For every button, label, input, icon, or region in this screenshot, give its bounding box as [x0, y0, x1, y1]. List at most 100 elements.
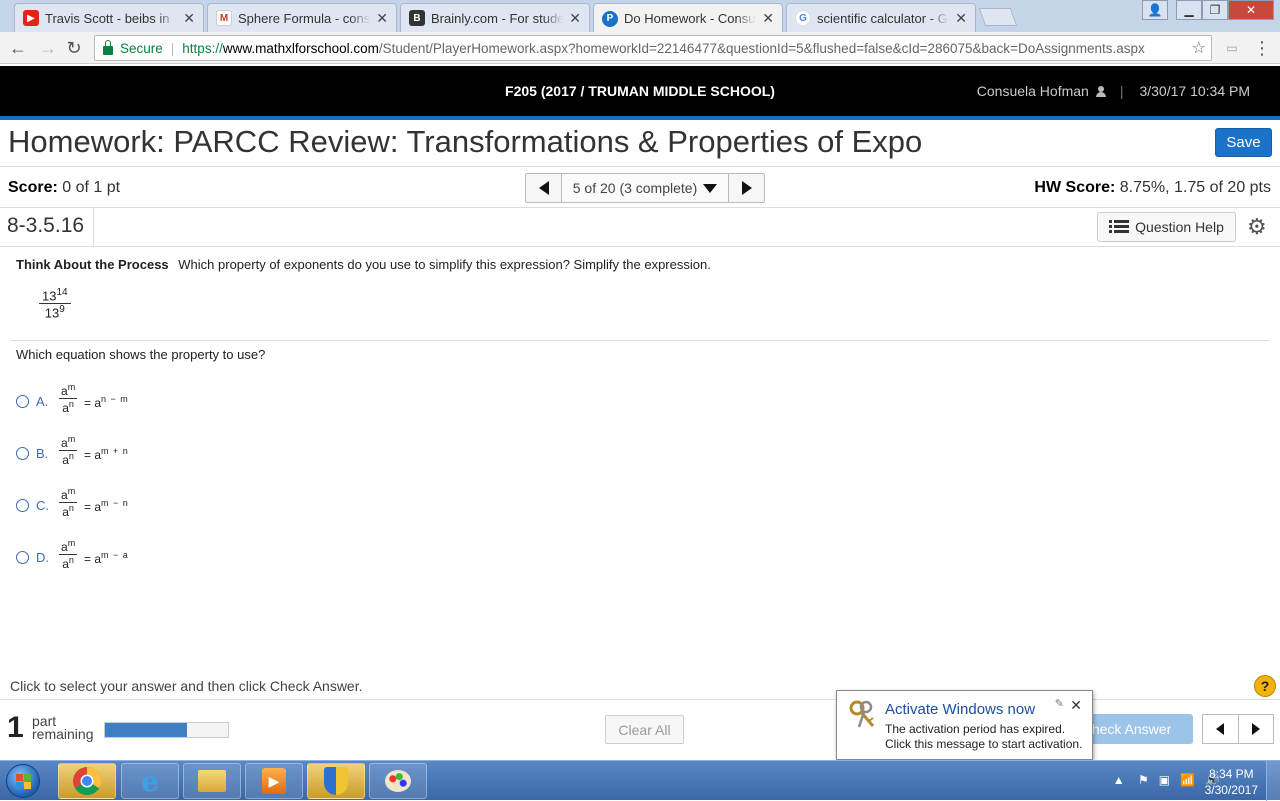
divider	[0, 166, 1280, 167]
wifi-signal-icon[interactable]: 📶	[1180, 773, 1195, 787]
user-name[interactable]: Consuela Hofman	[977, 83, 1089, 99]
close-icon[interactable]: ✕	[183, 10, 195, 27]
show-desktop-button[interactable]	[1266, 761, 1280, 801]
next-question-button[interactable]	[729, 174, 764, 202]
browser-tab-3[interactable]: P Do Homework - Consuel ✕	[593, 3, 783, 33]
activate-windows-notification[interactable]: Activate Windows now The activation peri…	[836, 690, 1093, 760]
browser-toolbar: ← → ↻ Secure | https://www.mathxlforscho…	[0, 32, 1280, 64]
paint-taskbar-button[interactable]	[369, 763, 427, 799]
menu-icon[interactable]: ⋮	[1252, 38, 1272, 59]
window-close-button[interactable]: ✕	[1228, 0, 1274, 20]
media-player-icon: ▶	[262, 768, 286, 794]
internet-explorer-taskbar-button[interactable]: e	[121, 763, 179, 799]
list-icon	[1109, 220, 1130, 234]
chrome-taskbar-button[interactable]	[58, 763, 116, 799]
choice-rhs: = am + n	[84, 446, 129, 462]
next-button[interactable]	[1237, 715, 1274, 743]
close-icon[interactable]: ✕	[762, 10, 774, 27]
help-icon[interactable]: ?	[1254, 675, 1276, 697]
maximize-button[interactable]: ❐	[1202, 0, 1228, 20]
question-position: 5 of 20 (3 complete)	[572, 180, 698, 196]
windows-taskbar: e ▶ ▲ ⚑ ▣ 📶 🔊 8:34 PM 3/30/2017	[0, 760, 1280, 801]
choice-rhs: = am − n	[84, 498, 129, 514]
choice-b[interactable]: B. am an = am + n	[16, 434, 216, 474]
activation-title: Activate Windows now	[885, 701, 1036, 718]
radio-button[interactable]	[16, 499, 29, 512]
site-header: F205 (2017 / TRUMAN MIDDLE SCHOOL) Consu…	[0, 66, 1280, 116]
expression-denominator: 139	[44, 304, 65, 321]
brainly-icon: B	[409, 10, 425, 26]
divider: |	[170, 40, 175, 56]
choice-fraction: am an	[59, 538, 78, 571]
back-icon[interactable]: ←	[8, 38, 28, 59]
divider	[0, 207, 1280, 208]
radio-button[interactable]	[16, 551, 29, 564]
divider	[0, 246, 1280, 247]
gmail-icon: M	[216, 10, 232, 26]
browser-tab-strip: ▶ Travis Scott - beibs in ✕ M Sphere For…	[0, 0, 1280, 33]
radio-button[interactable]	[16, 395, 29, 408]
start-button[interactable]	[6, 764, 40, 798]
minimize-button[interactable]: ▁	[1176, 0, 1202, 20]
pin-icon[interactable]: ✎	[1055, 697, 1064, 710]
choice-c[interactable]: C. am an = am − n	[16, 486, 216, 526]
close-icon[interactable]: ✕	[569, 10, 581, 27]
shield-icon	[324, 767, 348, 795]
expression-fraction: 1314 139	[39, 287, 71, 321]
radio-button[interactable]	[16, 447, 29, 460]
bookmark-star-icon[interactable]: ☆	[1192, 38, 1206, 58]
close-icon[interactable]: ✕	[955, 10, 967, 27]
question-help-button[interactable]: Question Help	[1097, 212, 1236, 242]
address-bar[interactable]: Secure | https://www.mathxlforschool.com…	[94, 35, 1212, 61]
choice-fraction: am an	[59, 434, 78, 467]
tab-title: Sphere Formula - consue	[238, 10, 371, 26]
instruction-text: Click to select your answer and then cli…	[10, 678, 363, 694]
question-selector[interactable]: 5 of 20 (3 complete)	[561, 174, 729, 202]
choice-d[interactable]: D. am an = am − a	[16, 538, 216, 578]
network-alert-icon[interactable]: ⚑	[1138, 773, 1149, 787]
clear-all-button[interactable]: Clear All	[605, 715, 684, 744]
url-host: www.mathxlforschool.com	[222, 40, 379, 56]
action-center-icon[interactable]: ▣	[1159, 773, 1170, 787]
browser-tab-0[interactable]: ▶ Travis Scott - beibs in ✕	[14, 3, 204, 32]
prompt-heading: Think About the Process	[16, 257, 169, 272]
choice-letter: D.	[36, 550, 49, 565]
browser-tab-2[interactable]: B Brainly.com - For student ✕	[400, 3, 590, 32]
choice-rhs: = am − a	[84, 550, 129, 566]
footer-question-pager	[1202, 714, 1274, 744]
tab-title: Brainly.com - For student	[431, 10, 564, 26]
taskbar-clock[interactable]: 8:34 PM 3/30/2017	[1205, 766, 1258, 798]
file-explorer-taskbar-button[interactable]	[183, 763, 241, 799]
activation-message: The activation period has expired. Click…	[885, 722, 1083, 751]
choice-a[interactable]: A. am an = an − m	[16, 382, 216, 422]
new-tab-button[interactable]	[978, 8, 1018, 26]
accent-strip	[0, 116, 1280, 120]
profile-icon[interactable]: 👤	[1142, 0, 1168, 20]
previous-question-button[interactable]	[526, 174, 561, 202]
clock-date: 3/30/2017	[1204, 783, 1258, 797]
extension-icon[interactable]: ▭	[1222, 41, 1242, 55]
security-taskbar-button[interactable]	[307, 763, 365, 799]
tab-title: Do Homework - Consuel	[624, 11, 757, 26]
parts-remaining-label: part remaining	[32, 713, 94, 742]
choice-letter: B.	[36, 446, 49, 461]
reload-icon[interactable]: ↻	[64, 38, 84, 59]
close-icon[interactable]: ✕	[1070, 697, 1082, 714]
keys-icon	[849, 700, 875, 728]
close-icon[interactable]: ✕	[376, 10, 388, 27]
tray-expand-icon[interactable]: ▲	[1113, 773, 1125, 787]
gear-icon[interactable]: ⚙	[1247, 216, 1267, 238]
browser-tab-1[interactable]: M Sphere Formula - consue ✕	[207, 3, 397, 32]
previous-button[interactable]	[1203, 715, 1238, 743]
secure-label: Secure	[120, 40, 163, 56]
pearson-icon: P	[602, 10, 618, 27]
hw-score: HW Score: 8.75%, 1.75 of 20 pts	[1034, 179, 1271, 197]
save-button[interactable]: Save	[1215, 128, 1272, 157]
browser-tab-4[interactable]: G scientific calculator - Goo ✕	[786, 3, 976, 32]
triangle-right-icon	[1251, 723, 1260, 735]
choice-letter: A.	[36, 394, 49, 409]
prompt-text: Which property of exponents do you use t…	[178, 257, 711, 272]
sub-question: Which equation shows the property to use…	[16, 347, 266, 362]
forward-icon[interactable]: →	[38, 38, 58, 59]
media-player-taskbar-button[interactable]: ▶	[245, 763, 303, 799]
